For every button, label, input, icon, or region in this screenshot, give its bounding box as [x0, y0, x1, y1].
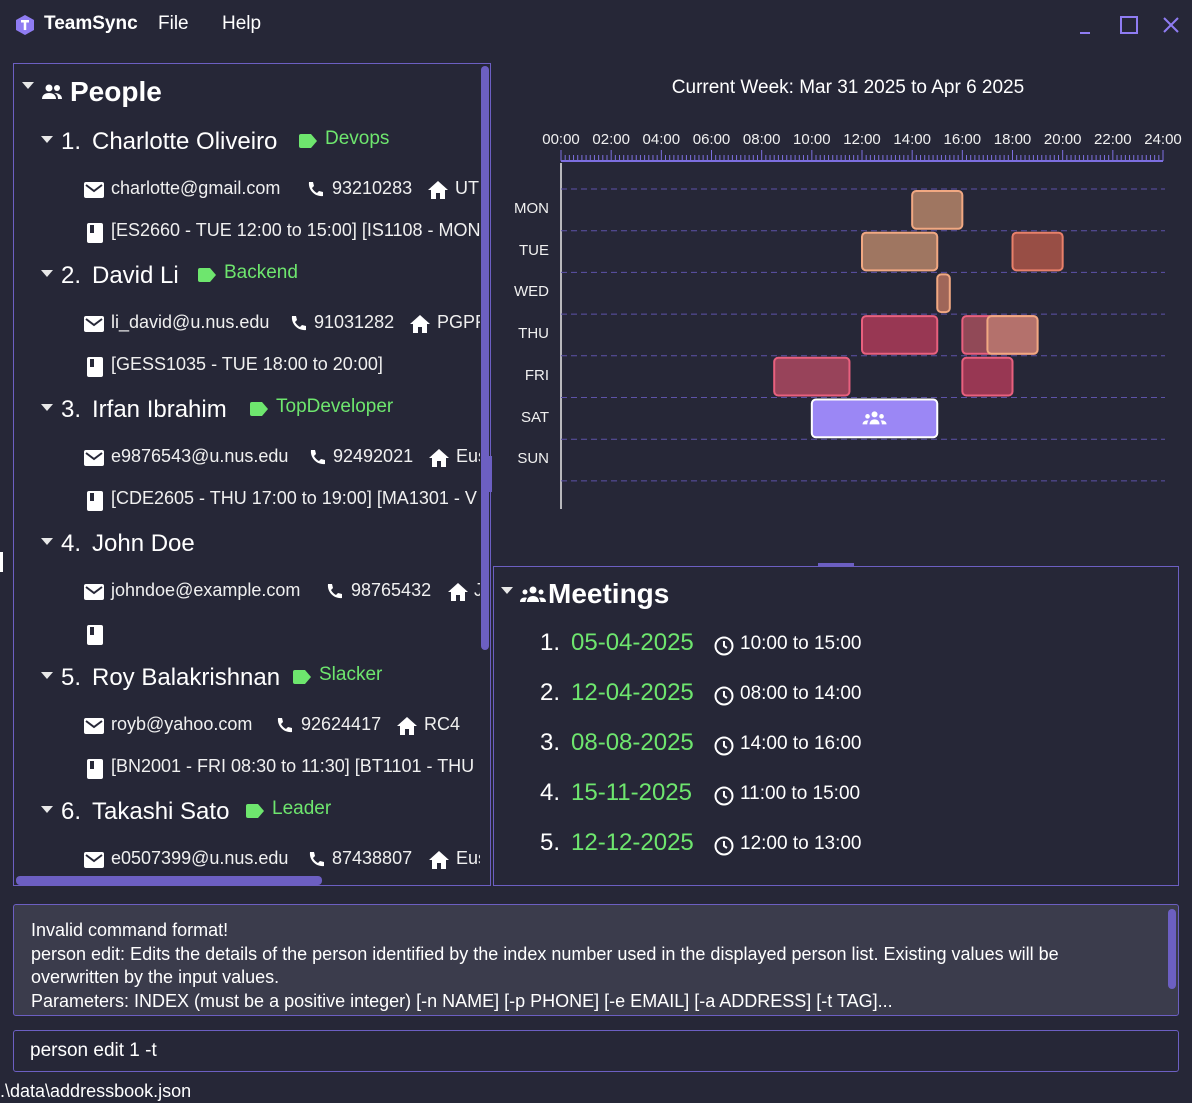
result-display[interactable]: Invalid command format! person edit: Edi… [13, 904, 1179, 1016]
person-phone: 87438807 [332, 848, 413, 868]
meeting-block[interactable] [810, 398, 939, 439]
hour-label: 06:00 [692, 131, 731, 148]
result-scrollbar[interactable] [1168, 909, 1176, 989]
command-input[interactable] [30, 1031, 1160, 1071]
hour-label: 04:00 [642, 131, 681, 148]
status-bar-file-path: .\data\addressbook.json [0, 1081, 192, 1101]
schedule-block[interactable] [773, 356, 851, 397]
horizontal-scrollbar[interactable] [16, 876, 322, 885]
person-card[interactable]: 6. Takashi Sato Leader e0507399@u.nus.ed… [14, 792, 487, 882]
clock-icon [714, 636, 734, 656]
meeting-time: 12:00 to 13:00 [740, 833, 862, 854]
calendar-grid [560, 150, 1165, 509]
person-phone: 92624417 [301, 714, 382, 734]
person-tag: Leader [272, 798, 332, 819]
email-icon [84, 718, 104, 734]
day-label: MON [514, 200, 549, 217]
collapse-triangle[interactable] [41, 672, 53, 679]
meeting-date: 05-04-2025 [571, 629, 694, 656]
meeting-time: 08:00 to 14:00 [740, 683, 862, 704]
hour-label: 14:00 [893, 131, 931, 148]
day-label: SUN [517, 450, 549, 468]
meeting-item[interactable]: 3. 08-08-2025 14:00 to 16:00 [494, 729, 1174, 765]
command-box [13, 1030, 1179, 1072]
day-label: WED [514, 283, 549, 301]
email-icon [84, 584, 104, 600]
home-icon [397, 717, 417, 735]
meeting-index: 5. [540, 829, 561, 856]
hour-label: 18:00 [993, 131, 1032, 148]
email-icon [84, 852, 104, 868]
day-label: THU [518, 325, 549, 343]
hour-label: 22:00 [1094, 131, 1132, 148]
person-tag: Slacker [319, 664, 383, 685]
meeting-date: 15-11-2025 [571, 779, 692, 806]
collapse-triangle[interactable] [41, 806, 53, 813]
book-icon [87, 625, 103, 645]
hour-label: 08:00 [742, 131, 781, 148]
phone-icon [309, 852, 324, 867]
person-email: e0507399@u.nus.edu [111, 848, 289, 868]
meeting-time: 11:00 to 15:00 [740, 783, 861, 804]
meeting-date: 12-12-2025 [571, 829, 694, 856]
phone-icon [277, 718, 292, 733]
hour-label: 20:00 [1043, 131, 1082, 148]
meetings-panel: Meetings 1. 05-04-2025 10:00 to 15:00 2.… [493, 566, 1179, 886]
meeting-index: 4. [540, 779, 561, 806]
schedule-block[interactable] [936, 273, 951, 314]
meeting-item[interactable]: 4. 15-11-2025 11:00 to 15:00 [494, 779, 1174, 815]
collapse-triangle[interactable] [501, 587, 513, 594]
meeting-index: 3. [540, 729, 561, 756]
meetings-icon [520, 586, 546, 602]
clock-icon [714, 736, 734, 756]
schedule-block[interactable] [1011, 231, 1064, 272]
meeting-index: 1. [540, 629, 561, 656]
meeting-date: 12-04-2025 [571, 679, 694, 706]
clock-icon [714, 686, 734, 706]
person-address: RC4 [424, 714, 461, 734]
hour-label: 16:00 [943, 131, 982, 148]
person-phone: 98765432 [351, 580, 432, 600]
hour-label: 10:00 [793, 131, 831, 148]
meeting-item[interactable]: 5. 12-12-2025 12:00 to 13:00 [494, 829, 1174, 865]
schedule-block[interactable] [861, 315, 939, 355]
meeting-index: 2. [540, 679, 561, 706]
person-name: Roy Balakrishnan [92, 664, 281, 691]
hour-label: 02:00 [592, 131, 630, 148]
person-email: royb@yahoo.com [111, 714, 253, 734]
meeting-date: 08-08-2025 [571, 729, 694, 756]
hour-label: 00:00 [542, 131, 580, 148]
day-label: TUE [519, 241, 549, 259]
schedule-block[interactable] [986, 315, 1039, 355]
person-schedule: [BN2001 - FRI 08:30 to 11:30] [BT1101 - … [111, 756, 475, 776]
book-icon [87, 759, 103, 779]
clock-icon [714, 836, 734, 856]
phone-icon [327, 584, 342, 599]
day-label: SAT [520, 408, 549, 426]
person-email: johndoe@example.com [111, 580, 301, 600]
home-icon [429, 851, 449, 869]
schedule-block[interactable] [961, 356, 1014, 397]
meeting-time: 14:00 to 16:00 [740, 733, 862, 754]
person-card[interactable]: 5. Roy Balakrishnan Slacker royb@yahoo.c… [14, 658, 480, 790]
meeting-time: 10:00 to 15:00 [740, 633, 862, 654]
schedule-block[interactable] [911, 190, 964, 230]
hour-label: 24:00 [1144, 131, 1182, 148]
meeting-item[interactable]: 1. 05-04-2025 10:00 to 15:00 [494, 629, 1174, 665]
home-icon [448, 583, 468, 601]
meeting-item[interactable]: 2. 12-04-2025 08:00 to 14:00 [494, 679, 1174, 715]
clock-icon [714, 786, 734, 806]
meetings-title: Meetings [548, 578, 670, 609]
person-index: 6. [61, 798, 82, 825]
hour-label: 12:00 [843, 131, 881, 148]
day-label: FRI [524, 366, 549, 384]
schedule-block[interactable] [861, 231, 939, 272]
person-name: Takashi Sato [92, 798, 230, 825]
result-text: Invalid command format! person edit: Edi… [31, 920, 1059, 1011]
tag-icon [246, 804, 264, 818]
person-index: 5. [61, 664, 82, 691]
tag-icon [293, 670, 311, 684]
